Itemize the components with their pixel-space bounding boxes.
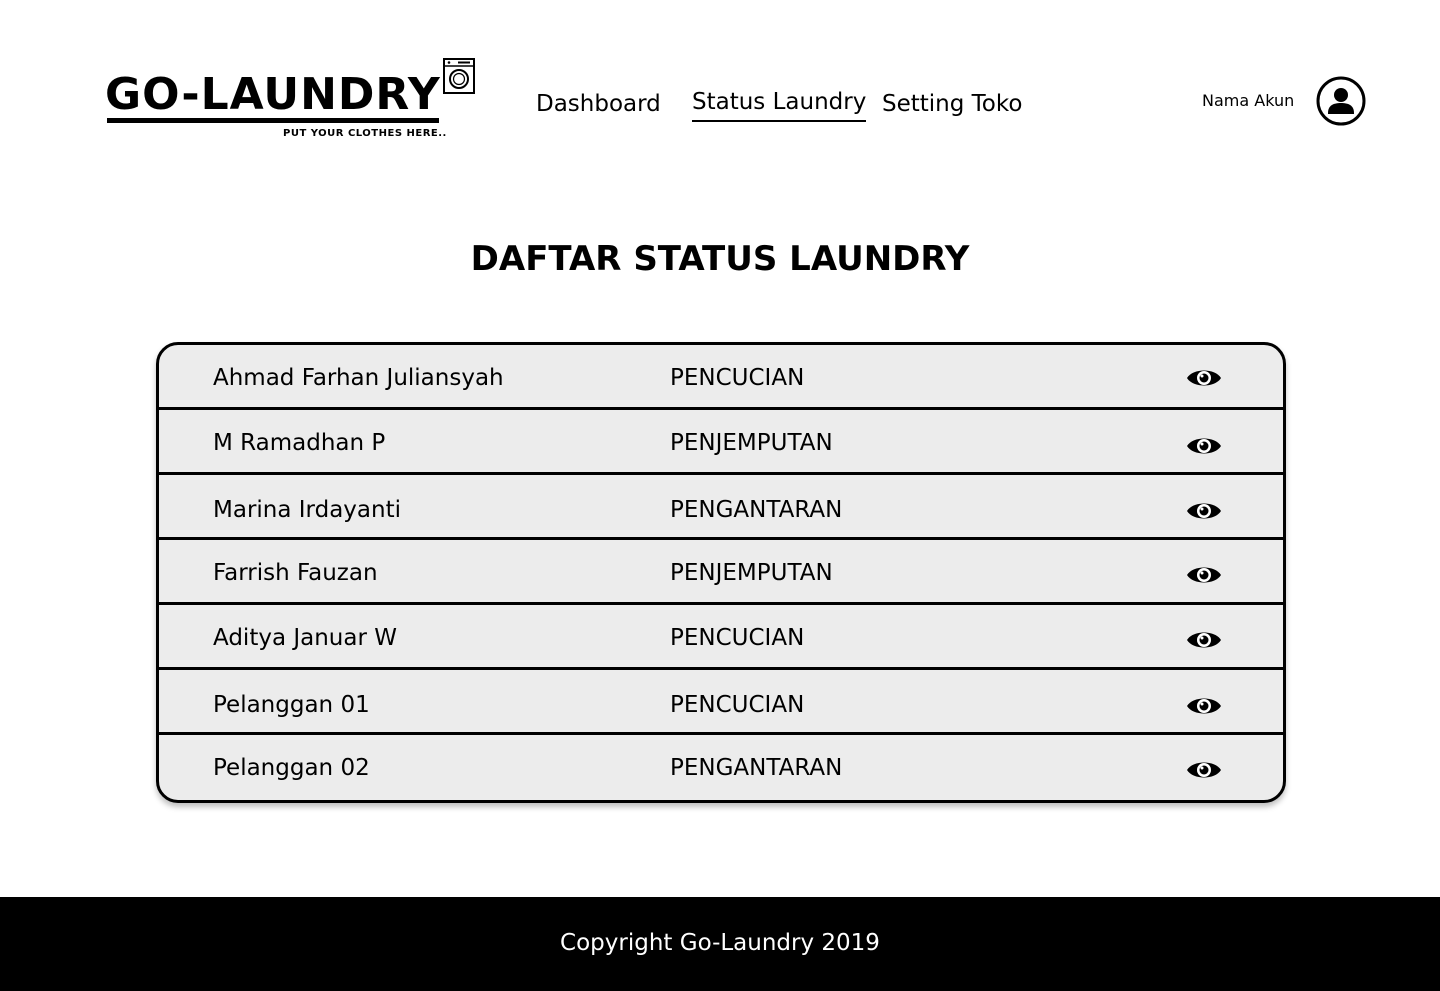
footer: Copyright Go-Laundry 2019 [0, 897, 1440, 991]
eye-icon[interactable] [1185, 497, 1223, 525]
brand-tagline: PUT YOUR CLOTHES HERE.. [283, 128, 447, 139]
status-table: Ahmad Farhan Juliansyah PENCUCIAN M Rama… [156, 342, 1286, 803]
customer-name: Ahmad Farhan Juliansyah [213, 365, 504, 391]
table-row: Marina Irdayanti PENGANTARAN [159, 475, 1283, 540]
footer-copyright: Copyright Go-Laundry 2019 [560, 930, 880, 956]
customer-name: Pelanggan 02 [213, 755, 370, 781]
customer-name: Aditya Januar W [213, 625, 397, 651]
laundry-status: PENCUCIAN [670, 625, 805, 651]
eye-icon[interactable] [1185, 432, 1223, 460]
laundry-status: PENGANTARAN [670, 497, 843, 523]
washing-machine-icon [443, 58, 475, 94]
table-row: M Ramadhan P PENJEMPUTAN [159, 410, 1283, 475]
customer-name: M Ramadhan P [213, 430, 386, 456]
brand-name: GO-LAUNDRY [105, 69, 441, 120]
customer-name: Pelanggan 01 [213, 692, 370, 718]
eye-icon[interactable] [1185, 561, 1223, 589]
customer-name: Marina Irdayanti [213, 497, 401, 523]
eye-icon[interactable] [1185, 756, 1223, 784]
account-name[interactable]: Nama Akun [1202, 90, 1294, 112]
table-row: Ahmad Farhan Juliansyah PENCUCIAN [159, 345, 1283, 410]
laundry-status: PENCUCIAN [670, 365, 805, 391]
page: GO-LAUNDRY PUT YOUR CLOTHES HERE.. Dashb… [0, 0, 1440, 991]
customer-name: Farrish Fauzan [213, 560, 378, 586]
page-title: DAFTAR STATUS LAUNDRY [470, 239, 970, 279]
laundry-status: PENGANTARAN [670, 755, 843, 781]
laundry-status: PENJEMPUTAN [670, 430, 833, 456]
table-row: Pelanggan 02 PENGANTARAN [159, 735, 1283, 800]
nav-setting-toko[interactable]: Setting Toko [882, 88, 1022, 120]
brand-underline [107, 118, 439, 123]
laundry-status: PENJEMPUTAN [670, 560, 833, 586]
eye-icon[interactable] [1185, 626, 1223, 654]
nav-status-laundry[interactable]: Status Laundry [692, 86, 867, 122]
table-row: Farrish Fauzan PENJEMPUTAN [159, 540, 1283, 605]
nav-dashboard[interactable]: Dashboard [536, 88, 661, 120]
table-row: Aditya Januar W PENCUCIAN [159, 605, 1283, 670]
eye-icon[interactable] [1185, 692, 1223, 720]
laundry-status: PENCUCIAN [670, 692, 805, 718]
table-row: Pelanggan 01 PENCUCIAN [159, 670, 1283, 735]
brand-logo[interactable]: GO-LAUNDRY PUT YOUR CLOTHES HERE.. [105, 56, 480, 148]
user-avatar-icon[interactable] [1316, 76, 1366, 126]
eye-icon[interactable] [1185, 364, 1223, 392]
